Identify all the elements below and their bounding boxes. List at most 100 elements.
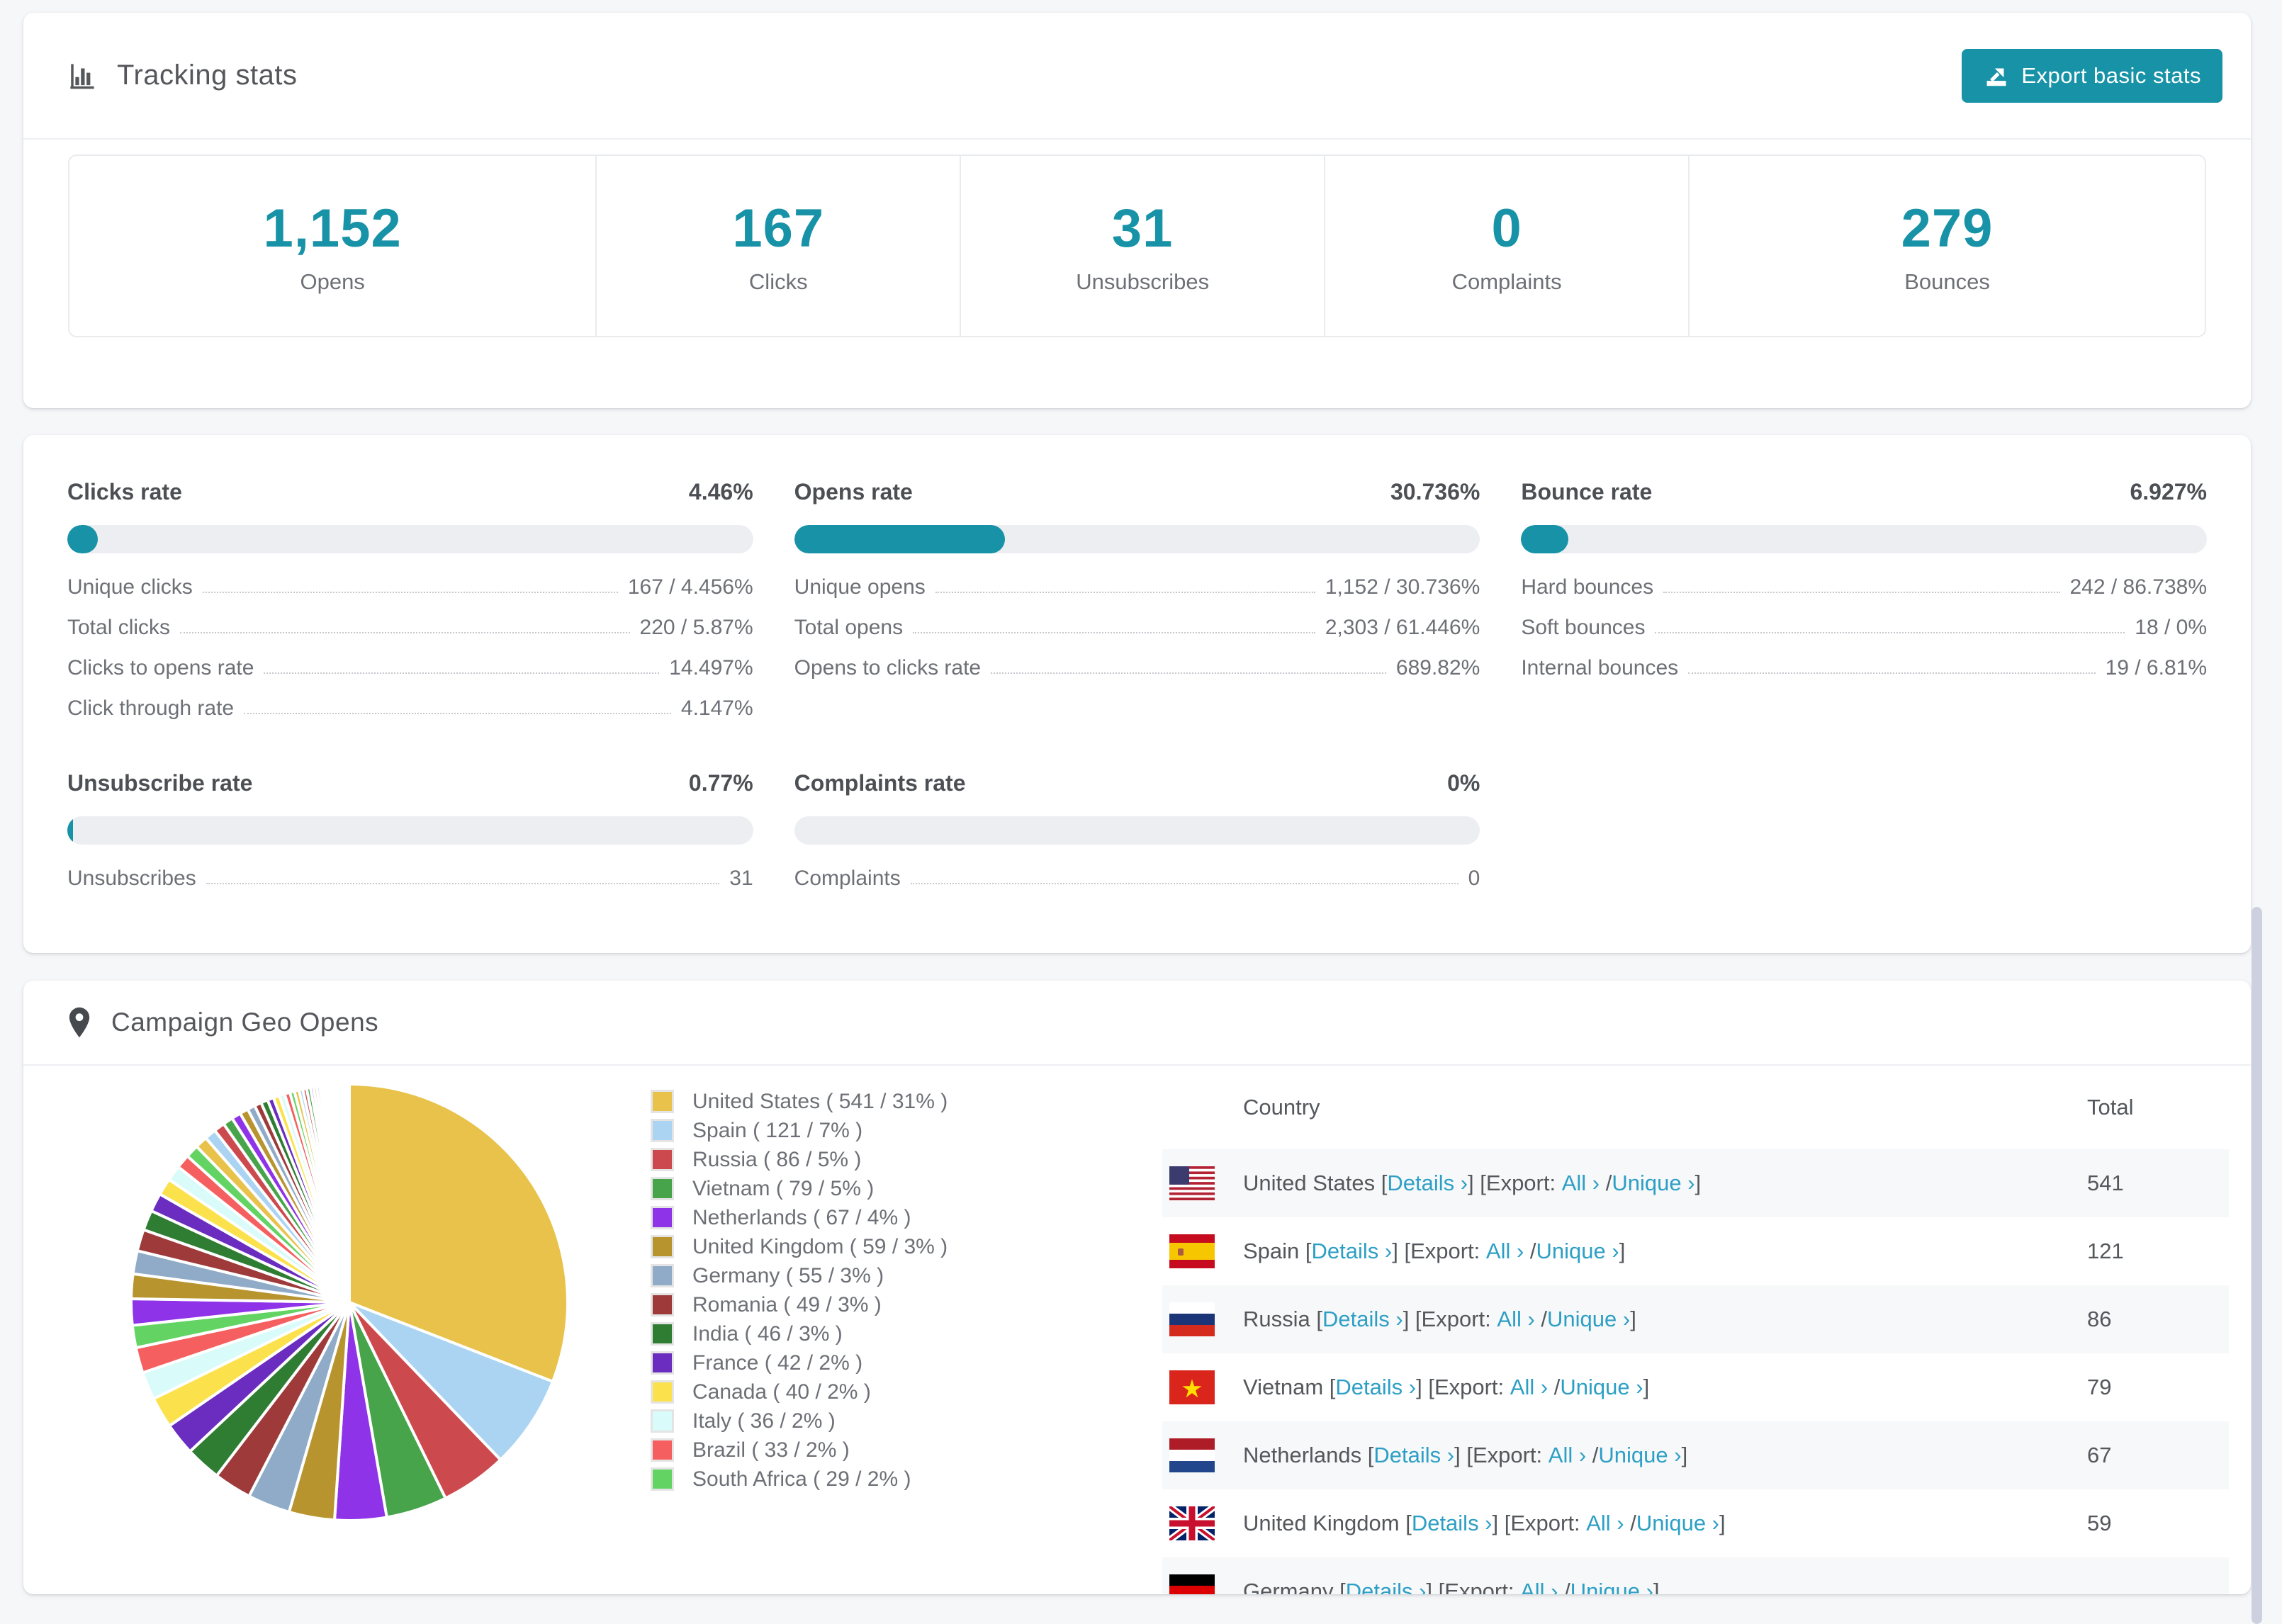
dotted-leader bbox=[1655, 632, 2125, 633]
export-unique-link[interactable]: Unique › bbox=[1536, 1239, 1619, 1264]
map-marker-icon bbox=[67, 1006, 91, 1039]
rate-row-value: 19 / 6.81% bbox=[2105, 656, 2207, 680]
details-link[interactable]: Details › bbox=[1387, 1171, 1468, 1196]
details-link[interactable]: Details › bbox=[1312, 1239, 1393, 1264]
legend-swatch bbox=[651, 1409, 674, 1433]
export-basic-stats-button[interactable]: Export basic stats bbox=[1962, 48, 2222, 103]
bracket-text: ] [ bbox=[1426, 1579, 1445, 1594]
geo-row-country: Netherlands [Details ›] [Export: All › /… bbox=[1162, 1438, 2087, 1472]
export-unique-link[interactable]: Unique › bbox=[1570, 1579, 1653, 1594]
legend-label: Vietnam ( 79 / 5% ) bbox=[692, 1176, 875, 1200]
export-all-link[interactable]: All › bbox=[1510, 1375, 1548, 1400]
legend-swatch bbox=[651, 1177, 674, 1200]
bracket-text: ] bbox=[1653, 1579, 1660, 1594]
details-link[interactable]: Details › bbox=[1373, 1443, 1454, 1468]
dotted-leader bbox=[913, 632, 1315, 633]
dotted-leader bbox=[1688, 672, 2096, 674]
country-name: Netherlands bbox=[1243, 1443, 1362, 1467]
rate-row-value: 167 / 4.456% bbox=[627, 575, 753, 599]
legend-item-india: India ( 46 / 3% ) bbox=[651, 1319, 948, 1348]
geo-table-body: United States [Details ›] [Export: All ›… bbox=[1162, 1149, 2229, 1594]
rate-row-unique-clicks: Unique clicks 167 / 4.456% bbox=[67, 568, 753, 608]
tracking-stats-header: Tracking stats Export basic stats bbox=[23, 13, 2251, 140]
legend-label: Spain ( 121 / 7% ) bbox=[692, 1118, 863, 1142]
export-icon bbox=[1983, 62, 2010, 89]
separator: / bbox=[1548, 1375, 1561, 1399]
stat-value: 0 bbox=[1491, 198, 1522, 259]
legend-label: South Africa ( 29 / 2% ) bbox=[692, 1467, 911, 1491]
dotted-leader bbox=[244, 713, 671, 714]
rate-row-total-opens: Total opens 2,303 / 61.446% bbox=[794, 608, 1480, 648]
country-name: Vietnam bbox=[1243, 1375, 1324, 1399]
export-all-link[interactable]: All › bbox=[1562, 1171, 1600, 1196]
legend-swatch bbox=[651, 1119, 674, 1142]
legend-label: United Kingdom ( 59 / 3% ) bbox=[692, 1234, 948, 1258]
rate-row-label: Internal bounces bbox=[1521, 656, 1679, 680]
legend-item-russia: Russia ( 86 / 5% ) bbox=[651, 1145, 948, 1174]
rate-section-head: Clicks rate 4.46% bbox=[67, 479, 753, 505]
details-link[interactable]: Details › bbox=[1412, 1511, 1493, 1536]
export-unique-link[interactable]: Unique › bbox=[1547, 1307, 1630, 1332]
rate-section-complaints-rate: Complaints rate 0% Complaints 0 bbox=[794, 770, 1480, 899]
export-unique-link[interactable]: Unique › bbox=[1636, 1511, 1719, 1536]
export-unique-link[interactable]: Unique › bbox=[1598, 1443, 1681, 1468]
export-label: Export: bbox=[1444, 1579, 1514, 1594]
legend-swatch bbox=[651, 1235, 674, 1258]
rate-title: Bounce rate bbox=[1521, 479, 1653, 504]
bracket-text: ] [ bbox=[1416, 1375, 1434, 1399]
dotted-leader bbox=[935, 592, 1315, 593]
country-name: Russia bbox=[1243, 1307, 1310, 1331]
export-all-link[interactable]: All › bbox=[1497, 1307, 1534, 1332]
export-all-link[interactable]: All › bbox=[1586, 1511, 1624, 1536]
export-label: Export: bbox=[1421, 1307, 1491, 1331]
stat-complaints: 0 Complaints bbox=[1324, 156, 1688, 336]
export-unique-link[interactable]: Unique › bbox=[1612, 1171, 1694, 1196]
vertical-scrollbar-thumb[interactable] bbox=[2252, 907, 2262, 1624]
geo-row-country: United States [Details ›] [Export: All ›… bbox=[1162, 1166, 2087, 1200]
rate-progress-bar bbox=[794, 525, 1480, 553]
export-all-link[interactable]: All › bbox=[1548, 1443, 1586, 1468]
country-name: United Kingdom bbox=[1243, 1511, 1400, 1535]
legend-swatch bbox=[651, 1264, 674, 1287]
bracket-text: [ bbox=[1299, 1239, 1312, 1263]
export-label: Export: bbox=[1510, 1511, 1580, 1535]
dotted-leader bbox=[264, 672, 660, 674]
legend-label: United States ( 541 / 31% ) bbox=[692, 1089, 948, 1113]
rate-row-label: Opens to clicks rate bbox=[794, 656, 982, 680]
bracket-text: [ bbox=[1310, 1307, 1322, 1331]
legend-label: Canada ( 40 / 2% ) bbox=[692, 1380, 871, 1404]
legend-label: Brazil ( 33 / 2% ) bbox=[692, 1438, 850, 1462]
rate-row-hard-bounces: Hard bounces 242 / 86.738% bbox=[1521, 568, 2207, 608]
campaign-overview-page: { "accent": "#1792a6", "link_color": "#2… bbox=[0, 0, 2282, 1624]
legend-swatch bbox=[651, 1090, 674, 1113]
flag-es-icon bbox=[1169, 1234, 1215, 1268]
details-link[interactable]: Details › bbox=[1335, 1375, 1416, 1400]
campaign-geo-opens-card: Campaign Geo Opens United States ( 541 /… bbox=[23, 981, 2251, 1594]
country-name: Spain bbox=[1243, 1239, 1300, 1263]
export-all-link[interactable]: All › bbox=[1520, 1579, 1558, 1594]
details-link[interactable]: Details › bbox=[1322, 1307, 1403, 1332]
stat-value: 167 bbox=[732, 198, 825, 259]
legend-label: France ( 42 / 2% ) bbox=[692, 1350, 863, 1375]
flag-ru-icon bbox=[1169, 1302, 1215, 1336]
rate-row-value: 31 bbox=[729, 867, 753, 890]
stat-clicks: 167 Clicks bbox=[595, 156, 960, 336]
legend-swatch bbox=[651, 1148, 674, 1171]
bracket-text: ] bbox=[1619, 1239, 1626, 1263]
geo-row-total: 59 bbox=[2087, 1511, 2112, 1535]
bracket-text: ] [ bbox=[1454, 1443, 1473, 1467]
rate-row-value: 220 / 5.87% bbox=[639, 616, 753, 639]
tracking-stats-card: Tracking stats Export basic stats 1,152 O… bbox=[23, 13, 2251, 408]
rate-row-label: Unsubscribes bbox=[67, 867, 196, 890]
geo-row-total: 67 bbox=[2087, 1443, 2112, 1467]
export-button-label: Export basic stats bbox=[2021, 62, 2201, 88]
bracket-text: [ bbox=[1323, 1375, 1336, 1399]
rate-section-head: Bounce rate 6.927% bbox=[1521, 479, 2207, 505]
export-unique-link[interactable]: Unique › bbox=[1560, 1375, 1643, 1400]
details-link[interactable]: Details › bbox=[1346, 1579, 1427, 1594]
export-all-link[interactable]: All › bbox=[1486, 1239, 1524, 1264]
geo-row-country: United Kingdom [Details ›] [Export: All … bbox=[1162, 1506, 2087, 1540]
legend-label: Romania ( 49 / 3% ) bbox=[692, 1292, 882, 1316]
legend-swatch bbox=[651, 1467, 674, 1491]
